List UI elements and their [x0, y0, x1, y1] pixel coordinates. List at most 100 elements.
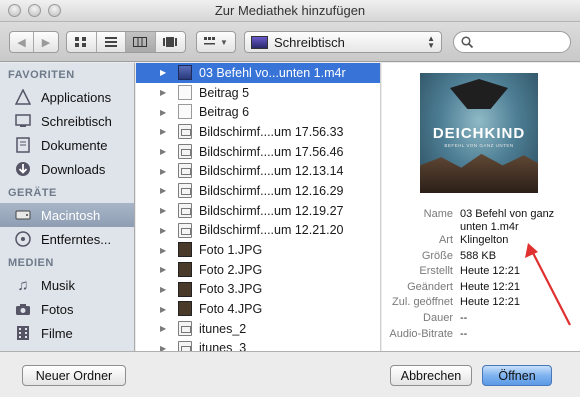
file-column: ▶ 03 Befehl vo...unten 1.m4r ▶ Beitrag 5 ▶ Be… [136, 63, 381, 351]
info-key: Name [423, 208, 453, 220]
disclosure-triangle-icon[interactable]: ▶ [160, 305, 166, 314]
sidebar-item-label: Applications [41, 89, 112, 105]
file-name: Foto 2.JPG [199, 262, 263, 277]
doc-file-icon [178, 84, 192, 100]
sidebar-heading-devices: GERÄTE [8, 187, 57, 199]
list-view-button[interactable] [97, 32, 126, 52]
file-name: Bildschirmf....um 12.19.27 [199, 203, 344, 218]
shot-file-icon [178, 222, 192, 238]
file-name: Bildschirmf....um 17.56.46 [199, 144, 344, 159]
new-folder-button[interactable]: Neuer Ordner [22, 365, 126, 386]
info-value: 588 KB [460, 249, 497, 262]
disclosure-triangle-icon[interactable]: ▶ [160, 108, 166, 117]
disclosure-triangle-icon[interactable]: ▶ [160, 68, 166, 77]
file-row[interactable]: ▶ Foto 2.JPG [136, 260, 380, 280]
sidebar-item-filme[interactable]: Filme [0, 321, 134, 345]
doc-file-icon [178, 104, 192, 120]
file-row[interactable]: ▶ 03 Befehl vo...unten 1.m4r [136, 63, 380, 83]
disclosure-triangle-icon[interactable]: ▶ [160, 147, 166, 156]
info-key: Audio-Bitrate [389, 327, 453, 340]
artwork-ship-shape [450, 79, 508, 109]
disclosure-triangle-icon[interactable]: ▶ [160, 186, 166, 195]
forward-button[interactable]: ▶ [34, 32, 58, 52]
sidebar-item-macintosh[interactable]: Macintosh [0, 203, 134, 227]
file-row[interactable]: ▶ Bildschirmf....um 12.16.29 [136, 181, 380, 201]
location-popup[interactable]: Schreibtisch ▲ ▼ [244, 31, 442, 53]
sidebar-item-downloads[interactable]: Downloads [0, 157, 134, 181]
file-row[interactable]: ▶ Bildschirmf....um 17.56.46 [136, 142, 380, 162]
file-row[interactable]: ▶ Beitrag 6 [136, 102, 380, 122]
icon-view-button[interactable] [67, 32, 97, 52]
chevron-down-icon: ▼ [220, 37, 228, 47]
file-row[interactable]: ▶ Bildschirmf....um 12.13.14 [136, 161, 380, 181]
disclosure-triangle-icon[interactable]: ▶ [160, 127, 166, 136]
file-info-table: Name 03 Befehl von ganz unten 1.m4r Art … [382, 208, 580, 343]
file-row[interactable]: ▶ Beitrag 5 [136, 83, 380, 103]
back-button[interactable]: ◀ [10, 32, 35, 52]
disclosure-triangle-icon[interactable]: ▶ [160, 167, 166, 176]
file-name: 03 Befehl vo...unten 1.m4r [199, 65, 346, 80]
info-row-modified: Geändert Heute 12:21 [382, 281, 580, 297]
disclosure-triangle-icon[interactable]: ▶ [160, 226, 166, 235]
disclosure-triangle-icon[interactable]: ▶ [160, 206, 166, 215]
file-name: Foto 4.JPG [199, 302, 263, 317]
view-mode-control [66, 31, 186, 53]
shot-file-icon [178, 202, 192, 218]
artwork-subtitle: BEFEHL VON GANZ UNTEN [444, 143, 514, 148]
sidebar-item-schreibtisch[interactable]: Schreibtisch [0, 109, 134, 133]
cancel-button[interactable]: Abbrechen [390, 365, 472, 386]
file-name: Bildschirmf....um 12.16.29 [199, 183, 344, 198]
shot-file-icon [178, 143, 192, 159]
info-key: Zul. geöffnet [392, 296, 453, 309]
file-row[interactable]: ▶ Bildschirmf....um 17.56.33 [136, 122, 380, 142]
window-title: Zur Mediathek hinzufügen [214, 3, 366, 18]
info-row-audio-bitrate: Audio-Bitrate -- [382, 328, 580, 344]
shot-file-icon [178, 320, 192, 336]
icon-view-icon [75, 37, 87, 47]
photo-file-icon [178, 261, 192, 277]
title-bar: Zur Mediathek hinzufügen [0, 0, 580, 22]
arrange-menu-button[interactable]: ▼ [196, 31, 236, 53]
disclosure-triangle-icon[interactable]: ▶ [160, 344, 166, 351]
sidebar-heading-media: MEDIEN [8, 257, 54, 269]
open-button[interactable]: Öffnen [482, 365, 552, 386]
sidebar-heading-favorites: FAVORITEN [8, 69, 75, 81]
file-row[interactable]: ▶ Foto 3.JPG [136, 280, 380, 300]
sidebar-item-remote-disc[interactable]: Entferntes... [0, 227, 134, 251]
info-key: Größe [421, 249, 453, 262]
toolbar: ◀ ▶ ▼ Schreibtisch ▲ ▼ [0, 22, 580, 62]
sidebar-item-musik[interactable]: ♫ Musik [0, 273, 134, 297]
file-name: Bildschirmf....um 12.21.20 [199, 223, 344, 238]
disclosure-triangle-icon[interactable]: ▶ [160, 265, 166, 274]
column-view-button[interactable] [126, 32, 156, 52]
file-row[interactable]: ▶ Foto 4.JPG [136, 299, 380, 319]
file-row[interactable]: ▶ itunes_3 [136, 339, 380, 351]
sidebar-item-label: Downloads [41, 161, 106, 177]
file-row[interactable]: ▶ itunes_2 [136, 319, 380, 339]
disclosure-triangle-icon[interactable]: ▶ [160, 324, 166, 333]
search-field[interactable] [453, 31, 571, 53]
file-name: Bildschirmf....um 12.13.14 [199, 164, 344, 179]
photo-file-icon [178, 242, 192, 258]
disclosure-triangle-icon[interactable]: ▶ [160, 246, 166, 255]
info-value: -- [460, 311, 468, 324]
desktop-folder-icon [251, 35, 268, 49]
info-row-name: Name 03 Befehl von ganz unten 1.m4r [382, 208, 580, 234]
sidebar-item-applications[interactable]: Applications [0, 85, 134, 109]
sidebar-item-fotos[interactable]: Fotos [0, 297, 134, 321]
info-value: Heute 12:21 [460, 265, 520, 278]
list-view-icon [104, 37, 117, 47]
file-name: Foto 3.JPG [199, 282, 263, 297]
artwork-title: DEICHKIND [432, 125, 526, 142]
desktop-icon [14, 113, 32, 129]
sidebar-item-dokumente[interactable]: Dokumente [0, 133, 134, 157]
file-row[interactable]: ▶ Bildschirmf....um 12.19.27 [136, 201, 380, 221]
film-icon [14, 325, 32, 341]
disclosure-triangle-icon[interactable]: ▶ [160, 285, 166, 294]
file-row[interactable]: ▶ Foto 1.JPG [136, 240, 380, 260]
sidebar-item-label: Schreibtisch [41, 113, 112, 129]
disclosure-triangle-icon[interactable]: ▶ [160, 88, 166, 97]
file-name: Beitrag 6 [199, 105, 250, 120]
coverflow-view-button[interactable] [156, 32, 185, 52]
file-row[interactable]: ▶ Bildschirmf....um 12.21.20 [136, 221, 380, 241]
